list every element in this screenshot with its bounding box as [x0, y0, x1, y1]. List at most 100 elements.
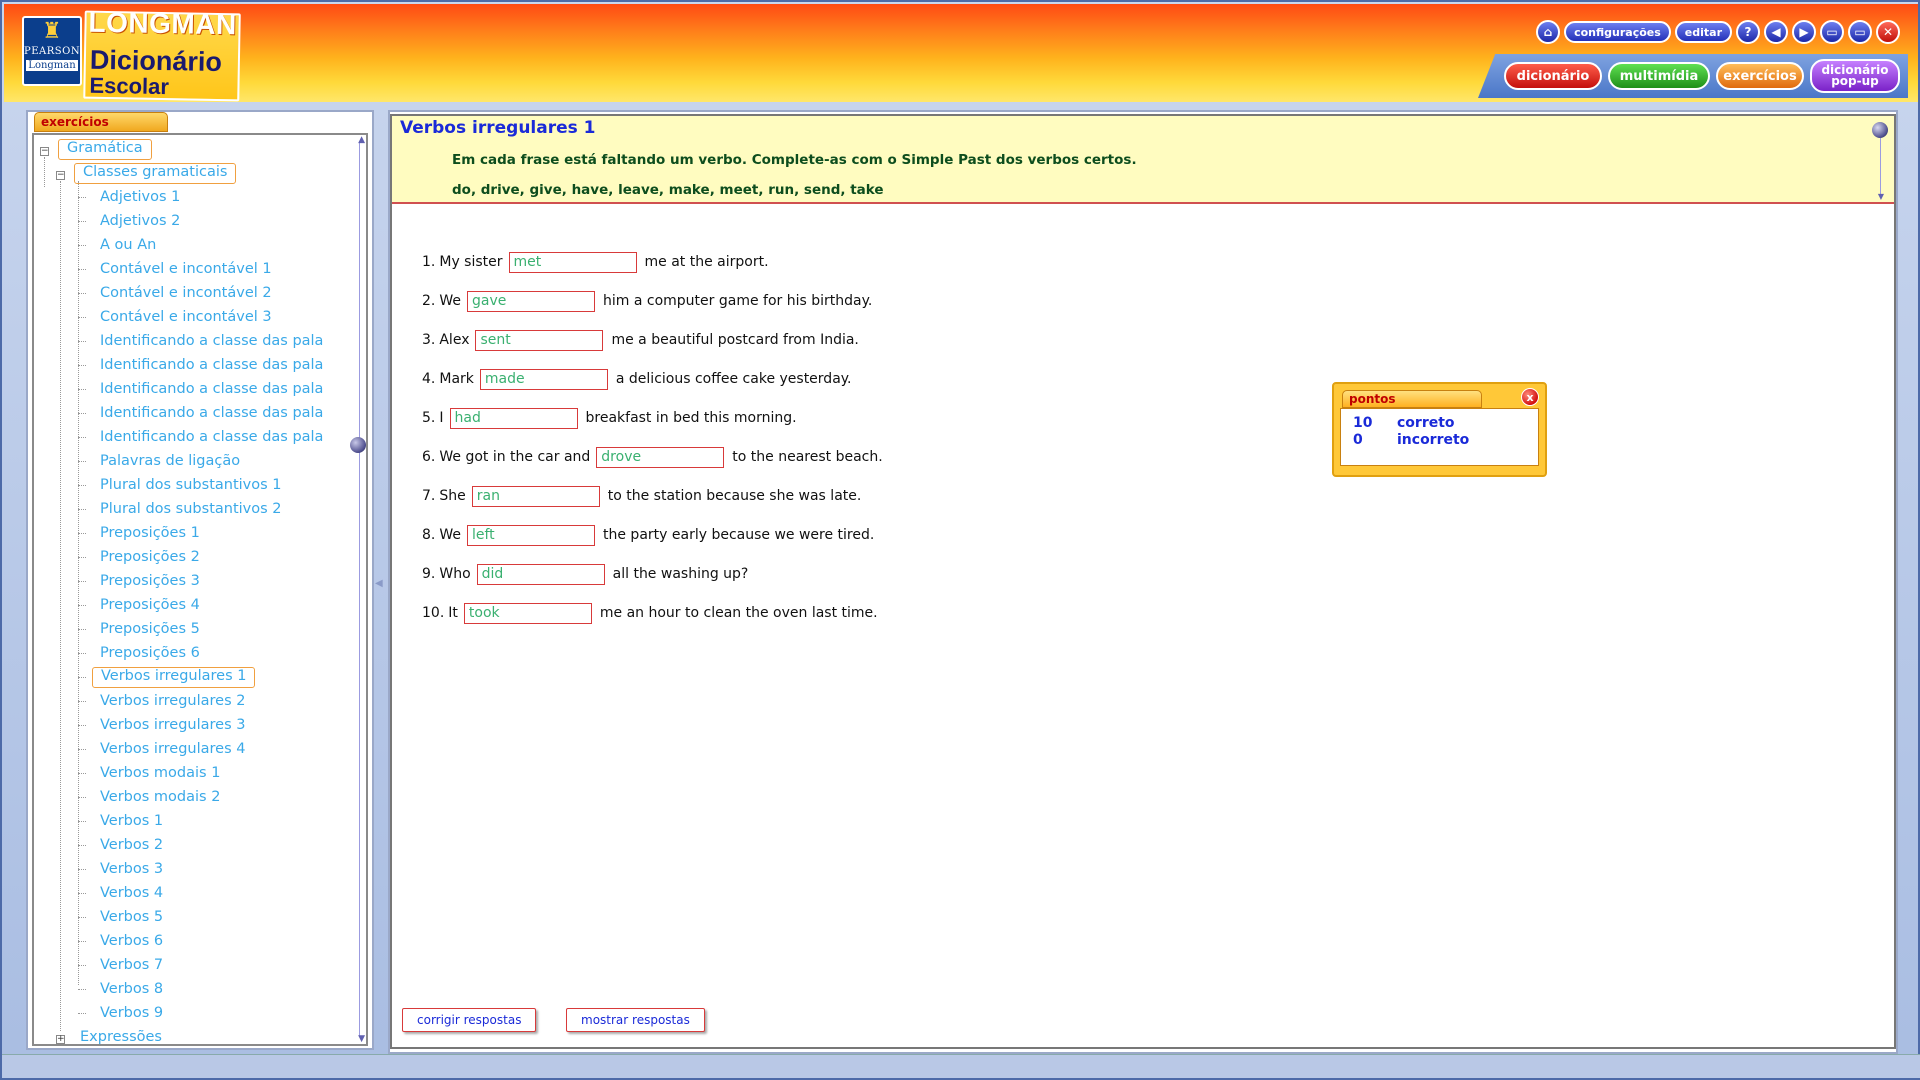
sidebar-scrollbar[interactable]	[359, 141, 360, 1037]
expand-icon[interactable]: +	[56, 1035, 65, 1044]
answer-field[interactable]: made	[479, 368, 608, 390]
tree-item[interactable]: Verbos 5	[100, 907, 163, 927]
score-popup[interactable]: pontos x 10 correto 0 incorreto	[1332, 382, 1547, 477]
tab-multimidia[interactable]: multimídia	[1608, 62, 1710, 90]
scroll-down-icon[interactable]: ▼	[1878, 192, 1884, 201]
answer-field[interactable]: met	[508, 251, 637, 273]
question-number: 4.	[422, 371, 436, 387]
instruction-scroll-thumb[interactable]	[1872, 122, 1888, 138]
tree-item[interactable]: Plural dos substantivos 1	[100, 475, 282, 495]
tree-node-gramatica[interactable]: Gramática	[58, 139, 152, 160]
collapse-icon[interactable]: −	[56, 171, 65, 180]
home-button[interactable]: ⌂	[1536, 20, 1561, 44]
collapse-icon[interactable]: −	[40, 147, 49, 156]
question-text-before: She	[439, 488, 466, 504]
tree-item[interactable]: Verbos modais 2	[100, 787, 220, 807]
tree-connector	[78, 869, 86, 870]
help-button[interactable]: ?	[1736, 20, 1760, 44]
answer-field[interactable]: left	[467, 524, 595, 546]
tree-item[interactable]: Adjetivos 1	[100, 187, 180, 207]
question-number: 10.	[422, 605, 445, 621]
question-text-after: him a computer game for his birthday.	[603, 293, 873, 309]
score-correct-value: 10	[1353, 415, 1373, 431]
answer-field[interactable]: ran	[471, 485, 600, 507]
close-button[interactable]: ✕	[1876, 20, 1900, 44]
back-button[interactable]: ◀	[1764, 20, 1788, 44]
tree-item[interactable]: Identificando a classe das pala	[100, 427, 323, 447]
tree-item[interactable]: Verbos 7	[100, 955, 163, 975]
tree-item[interactable]: Identificando a classe das pala	[100, 355, 323, 375]
answer-field[interactable]: took	[463, 602, 592, 624]
tree-connector	[78, 533, 86, 534]
close-score-button[interactable]: x	[1521, 388, 1539, 406]
tree-item[interactable]: Identificando a classe das pala	[100, 379, 323, 399]
minimize-button[interactable]: ▭	[1820, 20, 1844, 44]
tree-item[interactable]: Verbos 2	[100, 835, 163, 855]
forward-button[interactable]: ▶	[1792, 20, 1816, 44]
tree-item[interactable]: Identificando a classe das pala	[100, 403, 323, 423]
tree-item[interactable]: Preposições 2	[100, 547, 200, 567]
forward-icon: ▶	[1799, 25, 1809, 39]
check-answers-button[interactable]: corrigir respostas	[402, 1008, 537, 1032]
tab-dicionario-popup[interactable]: dicionário pop-up	[1810, 59, 1900, 93]
tree-item[interactable]: Plural dos substantivos 2	[100, 499, 282, 519]
question-text-before: We	[439, 527, 461, 543]
tree-item[interactable]: Verbos 1	[100, 811, 163, 831]
maximize-button[interactable]: ▭	[1848, 20, 1872, 44]
instruction-scrollbar[interactable]	[1880, 138, 1881, 198]
tree-item[interactable]: Verbos 6	[100, 931, 163, 951]
score-correct-label: correto	[1397, 415, 1455, 431]
tree-node-expressoes[interactable]: Expressões	[80, 1027, 162, 1044]
tree-item[interactable]: Adjetivos 2	[100, 211, 180, 231]
tree-item[interactable]: Contável e incontável 1	[100, 259, 272, 279]
question-text-after: me at the airport.	[644, 254, 769, 270]
show-answers-button[interactable]: mostrar respostas	[566, 1008, 705, 1032]
tree-item[interactable]: Verbos irregulares 3	[100, 715, 245, 735]
exercise-instruction: Em cada frase está faltando um verbo. Co…	[452, 152, 1137, 168]
tree-item[interactable]: Verbos 9	[100, 1003, 163, 1023]
tree-content: − Gramática − Classes gramaticais Adjeti…	[34, 135, 346, 1044]
tree-item[interactable]: Verbos 3	[100, 859, 163, 879]
tree-item[interactable]: A ou An	[100, 235, 156, 255]
tree-connector	[78, 773, 86, 774]
tree-item[interactable]: Verbos 4	[100, 883, 163, 903]
answer-field[interactable]: sent	[475, 329, 604, 351]
scroll-up-icon[interactable]: ▲	[358, 135, 365, 145]
tree-item[interactable]: Preposições 3	[100, 571, 200, 591]
tree-item[interactable]: Contável e incontável 2	[100, 283, 272, 303]
tab-dicionario[interactable]: dicionário	[1504, 62, 1602, 90]
settings-button[interactable]: configurações	[1564, 21, 1671, 43]
tree-item[interactable]: Preposições 6	[100, 643, 200, 663]
help-icon: ?	[1744, 25, 1752, 39]
tree-item[interactable]: Contável e incontável 3	[100, 307, 272, 327]
tree-item[interactable]: Verbos irregulares 2	[100, 691, 245, 711]
question-text-before: Alex	[439, 332, 470, 348]
question-row: 4. Mark made a delicious coffee cake yester…	[422, 367, 852, 391]
tree-connector	[78, 893, 86, 894]
answer-field[interactable]: did	[476, 563, 605, 585]
tree-item[interactable]: Verbos 8	[100, 979, 163, 999]
tree-item[interactable]: Palavras de ligação	[100, 451, 240, 471]
score-correct-row: 10 correto	[1353, 415, 1455, 431]
scroll-down-icon[interactable]: ▼	[358, 1034, 365, 1044]
tab-exercicios[interactable]: exercícios	[1716, 62, 1804, 90]
tree-item[interactable]: Identificando a classe das pala	[100, 331, 323, 351]
tree-connector	[78, 341, 86, 342]
answer-field[interactable]: had	[449, 407, 578, 429]
answer-field[interactable]: gave	[467, 290, 595, 312]
answer-field[interactable]: drove	[596, 446, 725, 468]
top-controls: ⌂ configurações editar ? ◀ ▶ ▭ ▭ ✕	[1536, 20, 1900, 44]
sidebar-tab-exercicios[interactable]: exercícios	[34, 112, 168, 132]
collapse-sidebar-icon[interactable]: ◀	[375, 578, 383, 589]
tree-item[interactable]: Verbos irregulares 1	[92, 667, 256, 688]
question-text-after: me an hour to clean the oven last time.	[599, 605, 878, 621]
tree-item[interactable]: Preposições 5	[100, 619, 200, 639]
status-bar	[2, 1054, 1920, 1078]
tree-node-classes-gramaticais[interactable]: Classes gramaticais	[74, 163, 237, 184]
tree-item[interactable]: Preposições 1	[100, 523, 200, 543]
sidebar-scroll-thumb[interactable]	[350, 437, 366, 453]
edit-button[interactable]: editar	[1674, 21, 1732, 43]
tree-item[interactable]: Verbos irregulares 4	[100, 739, 245, 759]
tree-item[interactable]: Preposições 4	[100, 595, 200, 615]
tree-item[interactable]: Verbos modais 1	[100, 763, 220, 783]
